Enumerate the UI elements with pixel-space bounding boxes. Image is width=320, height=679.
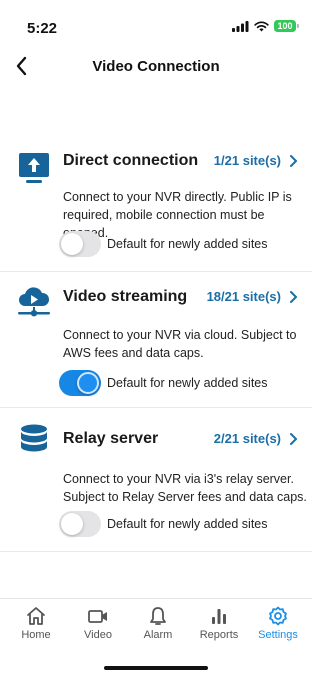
section-title: Direct connection (63, 152, 199, 169)
toggle-label: Default for newly added sites (107, 376, 268, 390)
bar-chart-icon (212, 609, 226, 624)
tab-label: Alarm (143, 629, 173, 641)
tab-reports[interactable]: Reports (190, 605, 248, 641)
gear-icon (269, 606, 287, 626)
tab-bar: Home Video Alarm Reports Settings (0, 598, 312, 648)
wifi-icon (254, 20, 269, 31)
cloud-play-icon (16, 284, 52, 320)
tab-video[interactable]: Video (69, 605, 127, 641)
signal-icon (232, 20, 249, 32)
page-title: Video Connection (92, 58, 220, 75)
toggle-knob (61, 233, 83, 255)
default-toggle[interactable] (59, 370, 101, 396)
tab-label: Settings (258, 629, 298, 641)
toggle-knob (77, 372, 99, 394)
navigation-bar: Video Connection (0, 48, 312, 84)
tab-label: Video (84, 629, 112, 641)
sites-count: 18/21 site(s) (206, 289, 281, 304)
video-streaming-section: Video streaming 18/21 site(s) Connect to… (0, 272, 312, 408)
upload-monitor-icon (16, 150, 52, 186)
status-bar: 5:22 100 (0, 0, 312, 44)
toggle-label: Default for newly added sites (107, 517, 268, 531)
home-icon (27, 607, 45, 625)
chevron-right-icon (290, 290, 297, 303)
tab-home[interactable]: Home (7, 605, 65, 641)
tab-label: Reports (199, 629, 239, 641)
section-description: Connect to your NVR directly. Public IP … (63, 190, 292, 240)
section-description: Connect to your NVR via cloud. Subject t… (63, 328, 297, 360)
sites-link[interactable]: 18/21 site(s) (207, 289, 298, 304)
default-toggle[interactable] (59, 231, 101, 257)
tab-settings[interactable]: Settings (249, 605, 307, 641)
relay-server-section: Relay server 2/21 site(s) Connect to you… (0, 408, 312, 552)
sites-link[interactable]: 2/21 site(s) (214, 431, 298, 446)
direct-connection-section: Direct connection 1/21 site(s) Connect t… (0, 136, 312, 272)
database-icon (16, 422, 52, 458)
status-time: 5:22 (27, 20, 58, 37)
section-description: Connect to your NVR via i3's relay serve… (63, 472, 307, 504)
battery-icon: 100 (274, 20, 299, 32)
status-icons: 100 (232, 20, 299, 32)
tab-label: Home (21, 629, 51, 641)
home-indicator (104, 666, 208, 670)
video-camera-icon (88, 610, 107, 623)
sites-count: 1/21 site(s) (213, 153, 281, 168)
toggle-label: Default for newly added sites (107, 237, 268, 251)
default-toggle[interactable] (59, 511, 101, 537)
chevron-right-icon (290, 432, 297, 445)
section-title: Relay server (63, 430, 159, 447)
bell-icon (150, 607, 166, 625)
sites-count: 2/21 site(s) (213, 431, 281, 446)
section-title: Video streaming (63, 288, 188, 305)
sites-link[interactable]: 1/21 site(s) (214, 153, 298, 168)
tab-alarm[interactable]: Alarm (129, 605, 187, 641)
toggle-knob (61, 513, 83, 535)
chevron-right-icon (290, 154, 297, 167)
